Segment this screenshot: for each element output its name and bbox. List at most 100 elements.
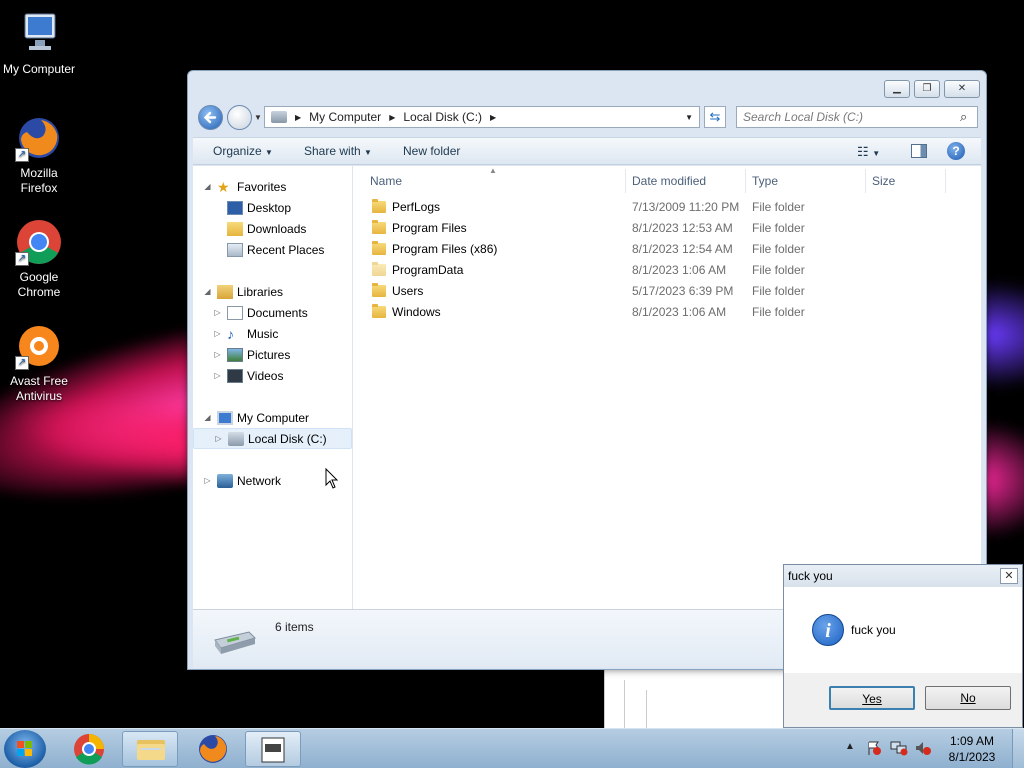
- nav-local-disk[interactable]: ▷ Local Disk (C:): [193, 428, 352, 449]
- taskbar-app-button[interactable]: [245, 731, 301, 767]
- maximize-button[interactable]: ❐: [914, 80, 940, 98]
- desktop-icon-label: Mozilla Firefox: [20, 166, 58, 195]
- collapsed-arrow-icon[interactable]: ▷: [213, 329, 222, 338]
- action-center-icon[interactable]: [866, 740, 882, 756]
- info-icon: i: [812, 614, 844, 646]
- taskbar-firefox-button[interactable]: [185, 731, 241, 767]
- desktop-folder-icon: [227, 200, 243, 215]
- file-row[interactable]: PerfLogs 7/13/2009 11:20 PM File folder: [364, 197, 964, 218]
- desktop-icon-label: My Computer: [2, 62, 76, 76]
- collapsed-arrow-icon[interactable]: ▷: [203, 476, 212, 485]
- network-status-icon[interactable]: [890, 740, 908, 756]
- no-button[interactable]: No: [925, 686, 1011, 710]
- navigation-bar: ▼ ▶ My Computer ▶ Local Disk (C:) ▶ ▼ ⇆ …: [196, 103, 980, 133]
- desktop-icon-label: Google Chrome: [17, 270, 61, 299]
- chrome-icon: [74, 734, 104, 765]
- recent-places-icon: [227, 242, 243, 257]
- dialog-close-button[interactable]: ✕: [1000, 568, 1018, 584]
- collapsed-arrow-icon[interactable]: ▷: [213, 371, 222, 380]
- desktop-icon-my-computer[interactable]: My Computer: [1, 10, 77, 77]
- refresh-button[interactable]: ⇆: [704, 106, 726, 128]
- breadcrumb-my-computer[interactable]: My Computer: [309, 110, 381, 124]
- item-count: 6 items: [275, 620, 314, 634]
- show-hidden-icons-button[interactable]: ▲: [845, 741, 855, 752]
- file-row[interactable]: Program Files 8/1/2023 12:53 AM File fol…: [364, 218, 964, 239]
- content-panes: ◢ ★ Favorites Desktop Downloads Recent P…: [193, 166, 981, 609]
- folder-icon: [372, 241, 386, 255]
- refresh-icon: ⇆: [709, 109, 721, 124]
- search-input[interactable]: Search Local Disk (C:): [736, 106, 978, 128]
- nav-music[interactable]: ▷ ♪ Music: [193, 323, 352, 344]
- collapsed-arrow-icon[interactable]: ▷: [214, 434, 223, 443]
- volume-muted-icon[interactable]: [914, 740, 932, 756]
- taskbar-chrome-button[interactable]: [61, 731, 117, 767]
- desktop-icon-firefox[interactable]: ↗ Mozilla Firefox: [1, 114, 77, 196]
- show-desktop-button[interactable]: [1012, 729, 1024, 768]
- taskbar-explorer-button[interactable]: [122, 731, 178, 767]
- nav-my-computer[interactable]: ◢ My Computer: [193, 407, 352, 428]
- start-button[interactable]: [4, 730, 46, 768]
- address-dropdown-icon[interactable]: ▼: [685, 113, 693, 122]
- column-header-type[interactable]: Type: [746, 169, 866, 193]
- expanded-arrow-icon[interactable]: ◢: [203, 413, 212, 422]
- folder-icon: [372, 199, 386, 213]
- folder-icon: [137, 740, 165, 760]
- nav-favorites[interactable]: ◢ ★ Favorites: [193, 176, 352, 197]
- application-icon: [261, 737, 285, 763]
- message-dialog[interactable]: fuck you ✕ i fuck you Yes No: [783, 564, 1023, 728]
- share-with-button[interactable]: Share with ▼: [304, 144, 372, 158]
- file-row[interactable]: Program Files (x86) 8/1/2023 12:54 AM Fi…: [364, 239, 964, 260]
- file-row[interactable]: ProgramData 8/1/2023 1:06 AM File folder: [364, 260, 964, 281]
- breadcrumb-local-disk[interactable]: Local Disk (C:): [403, 110, 482, 124]
- file-row[interactable]: Users 5/17/2023 6:39 PM File folder: [364, 281, 964, 302]
- yes-button[interactable]: Yes: [829, 686, 915, 710]
- organize-button[interactable]: Organize ▼: [213, 144, 273, 158]
- expanded-arrow-icon[interactable]: ◢: [203, 287, 212, 296]
- shortcut-arrow-icon: ↗: [15, 252, 29, 266]
- nav-recent-places[interactable]: Recent Places: [193, 239, 352, 260]
- forward-button[interactable]: [227, 105, 252, 130]
- close-button[interactable]: ✕: [944, 80, 980, 98]
- nav-desktop[interactable]: Desktop: [193, 197, 352, 218]
- column-header-name[interactable]: Name: [364, 169, 626, 193]
- address-bar[interactable]: ▶ My Computer ▶ Local Disk (C:) ▶ ▼: [264, 106, 700, 128]
- breadcrumb-separator-icon[interactable]: ▶: [389, 113, 395, 122]
- taskbar-clock[interactable]: 1:09 AM 8/1/2023: [942, 733, 1002, 765]
- nav-downloads[interactable]: Downloads: [193, 218, 352, 239]
- downloads-folder-icon: [227, 221, 243, 236]
- new-folder-button[interactable]: New folder: [403, 144, 460, 158]
- nav-videos[interactable]: ▷ Videos: [193, 365, 352, 386]
- desktop-icon-chrome[interactable]: ↗ Google Chrome: [1, 218, 77, 300]
- dialog-message: fuck you: [851, 623, 896, 637]
- collapsed-arrow-icon[interactable]: ▷: [213, 350, 222, 359]
- close-icon: ✕: [1004, 570, 1014, 582]
- libraries-icon: [217, 284, 233, 299]
- desktop-icon-avast[interactable]: ↗ Avast Free Antivirus: [1, 322, 77, 404]
- view-options-icon[interactable]: ☷ ▼: [857, 144, 880, 160]
- column-header-size[interactable]: Size: [866, 169, 946, 193]
- documents-icon: [227, 305, 243, 320]
- computer-icon: [217, 410, 233, 425]
- expanded-arrow-icon[interactable]: ◢: [203, 182, 212, 191]
- help-icon[interactable]: ?: [947, 142, 965, 160]
- recent-pages-dropdown[interactable]: ▼: [254, 113, 262, 122]
- file-row[interactable]: Windows 8/1/2023 1:06 AM File folder: [364, 302, 964, 323]
- pictures-icon: [227, 347, 243, 362]
- nav-documents[interactable]: ▷ Documents: [193, 302, 352, 323]
- search-icon[interactable]: ⌕: [960, 109, 967, 125]
- back-button[interactable]: [198, 105, 223, 130]
- breadcrumb-separator-icon[interactable]: ▶: [490, 113, 496, 122]
- breadcrumb-separator-icon[interactable]: ▶: [295, 113, 301, 122]
- navigation-pane: ◢ ★ Favorites Desktop Downloads Recent P…: [193, 166, 353, 609]
- column-header-date[interactable]: Date modified: [626, 169, 746, 193]
- folder-icon: [372, 220, 386, 234]
- nav-pictures[interactable]: ▷ Pictures: [193, 344, 352, 365]
- drive-large-icon: [213, 628, 257, 654]
- minimize-button[interactable]: ▁: [884, 80, 910, 98]
- folder-icon: [372, 304, 386, 318]
- preview-pane-icon[interactable]: [911, 144, 927, 158]
- avast-icon: ↗: [15, 322, 63, 370]
- nav-libraries[interactable]: ◢ Libraries: [193, 281, 352, 302]
- collapsed-arrow-icon[interactable]: ▷: [213, 308, 222, 317]
- folder-icon: [372, 262, 386, 276]
